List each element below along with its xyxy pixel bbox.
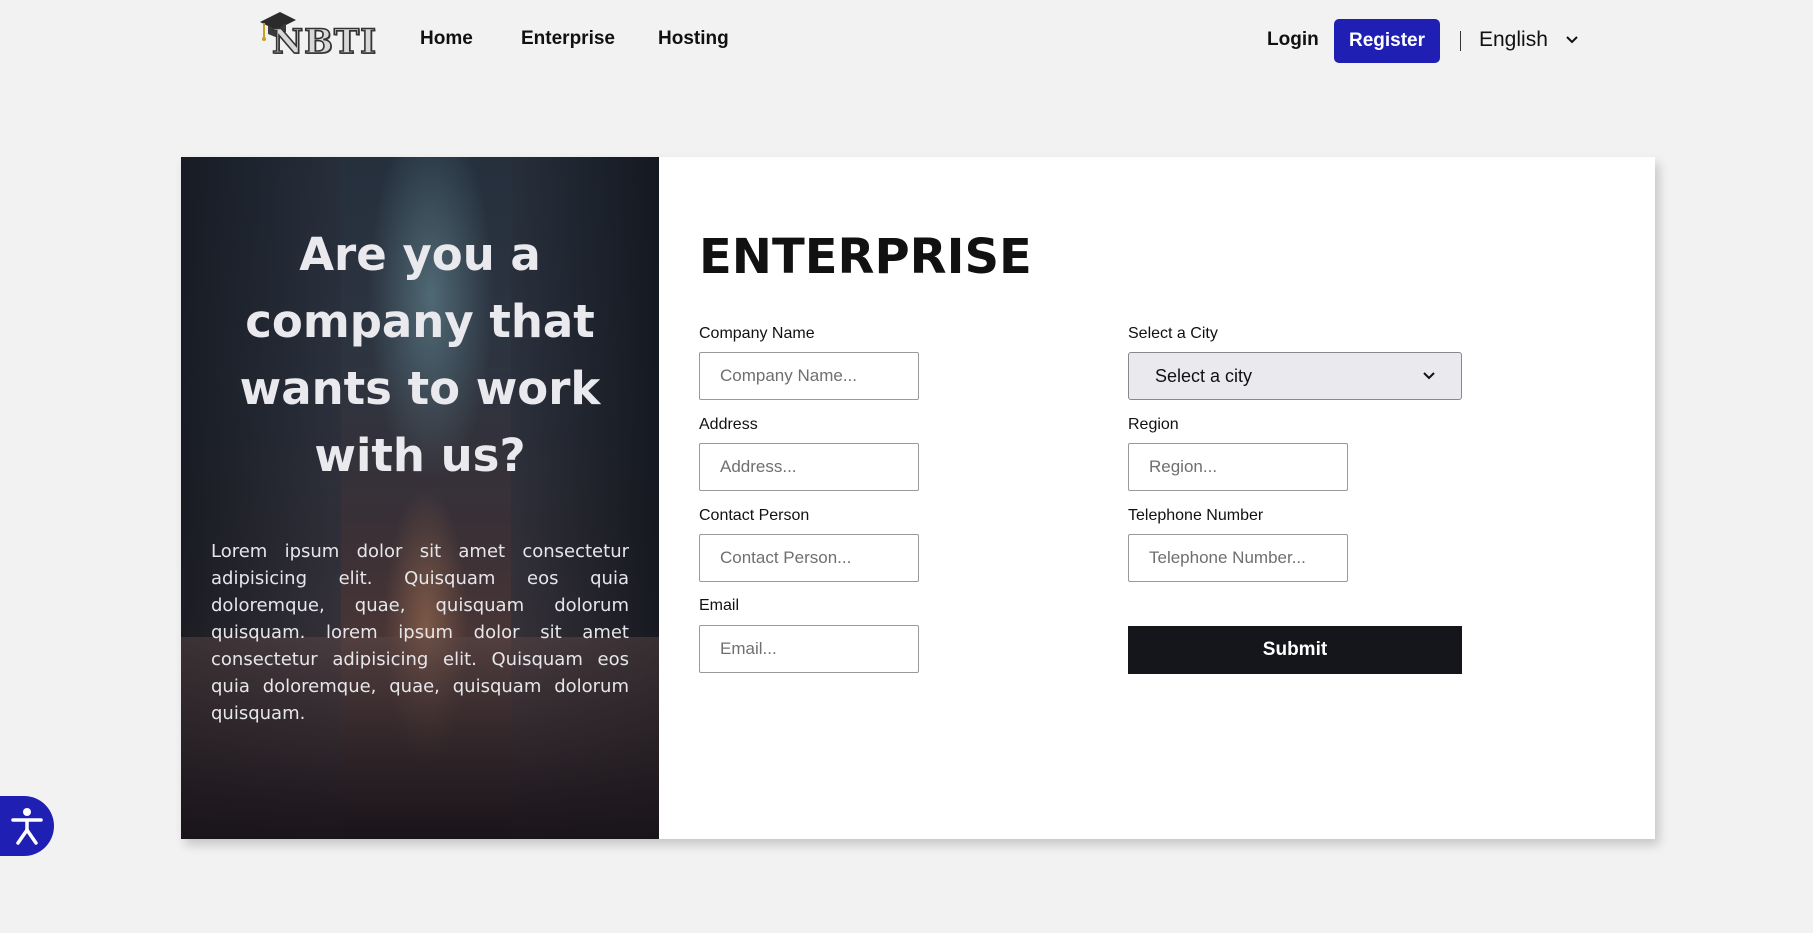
logo[interactable]: NBTI [258,8,377,63]
address-input[interactable] [699,443,919,491]
contact-person-label: Contact Person [699,507,810,524]
form-title: ENTERPRISE [699,229,1032,285]
city-select-value: Select a city [1155,365,1253,386]
company-name-input[interactable] [699,352,919,400]
nav-link-hosting[interactable]: Hosting [658,28,729,50]
chevron-down-icon [1566,36,1578,44]
nav-link-home[interactable]: Home [420,28,473,50]
nav-link-enterprise[interactable]: Enterprise [521,28,615,50]
submit-button[interactable]: Submit [1128,626,1462,674]
nav-divider [1460,31,1461,51]
telephone-label: Telephone Number [1128,507,1264,524]
top-navbar: NBTI Home Enterprise Hosting Login Regis… [0,0,1813,84]
contact-person-input[interactable] [699,534,919,582]
logo-text: NBTI [271,21,378,63]
city-label: Select a City [1128,325,1218,342]
address-label: Address [699,416,758,433]
register-button[interactable]: Register [1334,19,1440,63]
email-input[interactable] [699,625,919,673]
login-link[interactable]: Login [1267,29,1319,51]
company-name-label: Company Name [699,325,815,342]
enterprise-card: Are you a company that wants to work wit… [181,157,1655,839]
accessibility-icon [11,808,43,845]
hero-panel: Are you a company that wants to work wit… [181,157,659,839]
email-label: Email [699,597,740,614]
chevron-down-icon [1423,372,1435,380]
language-label: English [1479,28,1548,51]
region-input[interactable] [1128,443,1348,491]
hero-text: Lorem ipsum dolor sit amet consectetur a… [211,541,629,724]
language-selector[interactable]: English [1479,28,1578,52]
accessibility-button[interactable] [0,796,54,856]
hero-title: Are you a company that wants to work wit… [239,228,601,482]
city-select[interactable]: Select a city [1128,352,1462,400]
region-label: Region [1128,416,1179,433]
telephone-input[interactable] [1128,534,1348,582]
